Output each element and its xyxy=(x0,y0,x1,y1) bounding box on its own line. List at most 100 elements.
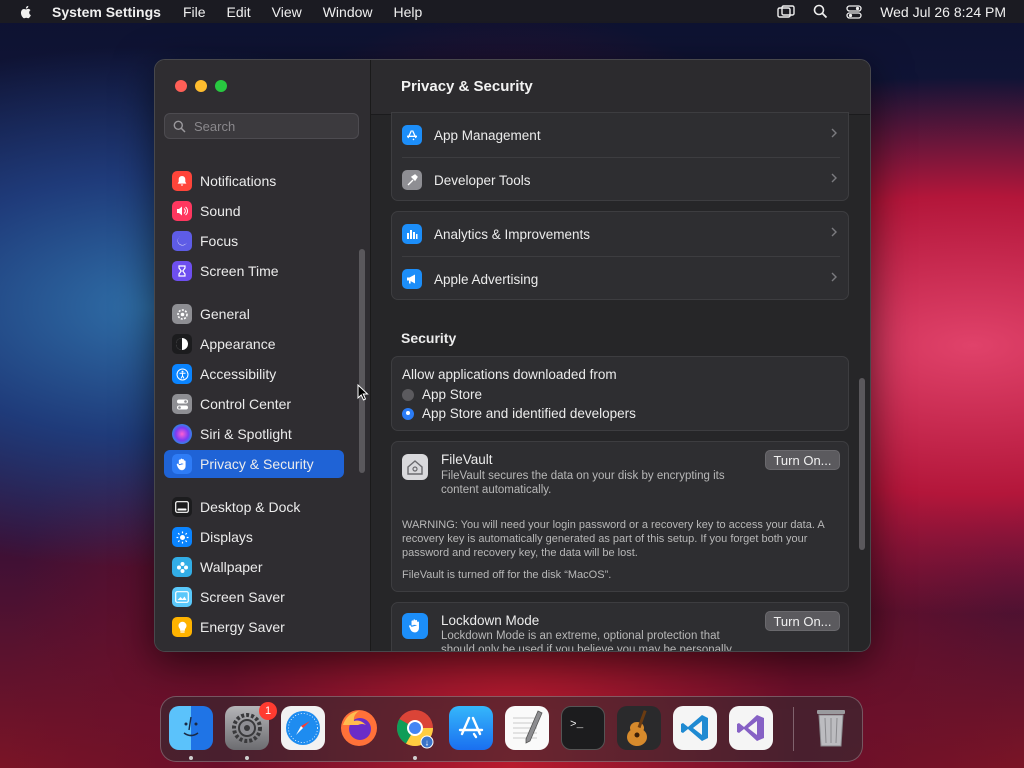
radio-app-store-identified[interactable]: App Store and identified developers xyxy=(402,406,636,421)
bell-icon xyxy=(172,171,192,191)
sidebar-item-energy-saver[interactable]: Energy Saver xyxy=(164,613,344,641)
dock-separator xyxy=(793,707,794,751)
menu-help[interactable]: Help xyxy=(394,4,423,20)
settings-group: App Management Developer Tools xyxy=(391,112,849,201)
filevault-turn-on-button[interactable]: Turn On... xyxy=(765,450,840,470)
vscode-icon[interactable] xyxy=(673,706,717,750)
radio-button[interactable] xyxy=(402,388,414,401)
app-store-icon[interactable] xyxy=(449,706,493,750)
system-settings-icon[interactable]: 1 xyxy=(225,702,277,750)
sidebar-item-screen-saver[interactable]: Screen Saver xyxy=(164,583,344,611)
radio-button-selected[interactable] xyxy=(402,407,414,420)
sidebar-item-label: General xyxy=(200,306,250,322)
filevault-group: FileVault FileVault secures the data on … xyxy=(391,441,849,592)
sidebar-item-label: Screen Time xyxy=(200,263,279,279)
flower-icon xyxy=(172,557,192,577)
firefox-icon[interactable] xyxy=(337,706,381,750)
sidebar-item-label: Notifications xyxy=(200,173,277,189)
chevron-right-icon xyxy=(831,173,837,183)
sidebar-item-desktop-dock[interactable]: Desktop & Dock xyxy=(164,493,344,521)
row-developer-tools[interactable]: Developer Tools xyxy=(392,158,850,202)
sidebar-item-label: Wallpaper xyxy=(200,559,263,575)
menu-view[interactable]: View xyxy=(272,4,302,20)
row-label: Analytics & Improvements xyxy=(434,226,591,242)
screen-saver-icon xyxy=(172,587,192,607)
row-analytics-improvements[interactable]: Analytics & Improvements xyxy=(392,212,850,256)
menu-file[interactable]: File xyxy=(183,4,206,20)
sidebar-item-siri-spotlight[interactable]: Siri & Spotlight xyxy=(164,420,344,448)
section-title-security: Security xyxy=(401,330,457,346)
main-pane: Privacy & Security App Management Develo… xyxy=(371,60,870,651)
allow-apps-label: Allow applications downloaded from xyxy=(402,367,617,382)
visual-studio-icon[interactable] xyxy=(729,706,773,750)
radio-app-store[interactable]: App Store xyxy=(402,387,482,402)
main-scrollbar[interactable] xyxy=(859,378,865,550)
search-input[interactable] xyxy=(192,117,356,135)
menu-window[interactable]: Window xyxy=(323,4,373,20)
trash-icon[interactable] xyxy=(809,706,853,750)
screen-mirroring-icon[interactable] xyxy=(777,4,795,19)
minimize-button[interactable] xyxy=(195,80,207,92)
control-center-icon[interactable] xyxy=(846,4,862,19)
hourglass-icon xyxy=(172,261,192,281)
garageband-icon[interactable] xyxy=(617,706,661,750)
search-field[interactable] xyxy=(164,113,359,139)
menu-edit[interactable]: Edit xyxy=(227,4,251,20)
bar-chart-icon xyxy=(402,224,422,244)
lockdown-group: Lockdown Mode Lockdown Mode is an extrem… xyxy=(391,602,849,651)
hammer-icon xyxy=(402,170,422,190)
sun-icon xyxy=(172,527,192,547)
row-app-management[interactable]: App Management xyxy=(392,113,850,157)
zoom-button[interactable] xyxy=(215,80,227,92)
sidebar-item-notifications[interactable]: Notifications xyxy=(164,167,344,195)
sidebar-item-label: Screen Saver xyxy=(200,589,285,605)
toolbar: Privacy & Security xyxy=(371,60,870,115)
svg-text:>_: >_ xyxy=(570,719,584,731)
filevault-title: FileVault xyxy=(441,452,493,467)
sidebar-item-label: Focus xyxy=(200,233,239,249)
sidebar-item-label: Desktop & Dock xyxy=(200,499,301,515)
mouse-pointer-icon xyxy=(357,384,369,401)
sidebar-item-sound[interactable]: Sound xyxy=(164,197,344,225)
spotlight-search-icon[interactable] xyxy=(813,4,828,19)
sidebar-item-label: Accessibility xyxy=(200,366,277,382)
chevron-right-icon xyxy=(831,128,837,138)
sidebar-item-accessibility[interactable]: Accessibility xyxy=(164,360,344,388)
finder-icon[interactable] xyxy=(169,706,213,750)
dock-icon xyxy=(172,497,192,517)
chevron-right-icon xyxy=(831,227,837,237)
settings-running-indicator xyxy=(245,756,249,760)
menubar-clock[interactable]: Wed Jul 26 8:24 PM xyxy=(880,4,1006,20)
finder-running-indicator xyxy=(189,756,193,760)
toggles-icon xyxy=(172,394,192,414)
apple-menu-icon[interactable] xyxy=(18,4,34,20)
sidebar-item-appearance[interactable]: Appearance xyxy=(164,330,344,358)
sidebar-item-general[interactable]: General xyxy=(164,300,344,328)
siri-icon xyxy=(172,424,192,444)
terminal-icon[interactable]: >_ xyxy=(561,706,605,750)
safari-icon[interactable] xyxy=(281,706,325,750)
sidebar-item-control-center[interactable]: Control Center xyxy=(164,390,344,418)
sidebar-item-displays[interactable]: Displays xyxy=(164,523,344,551)
textedit-icon[interactable] xyxy=(505,706,549,750)
lockdown-turn-on-button[interactable]: Turn On... xyxy=(765,611,840,631)
lightbulb-icon xyxy=(172,617,192,637)
sidebar-scrollbar[interactable] xyxy=(359,249,365,473)
hand-icon xyxy=(172,454,192,474)
sidebar-item-focus[interactable]: Focus xyxy=(164,227,344,255)
close-button[interactable] xyxy=(175,80,187,92)
radio-label: App Store xyxy=(422,387,483,402)
sidebar-item-label: Siri & Spotlight xyxy=(200,426,292,442)
sidebar-item-privacy-security[interactable]: Privacy & Security xyxy=(164,450,344,478)
menubar-app-name[interactable]: System Settings xyxy=(52,4,161,20)
chevron-right-icon xyxy=(831,272,837,282)
filevault-status: FileVault is turned off for the disk “Ma… xyxy=(402,569,612,581)
speaker-icon xyxy=(172,201,192,221)
sidebar-item-wallpaper[interactable]: Wallpaper xyxy=(164,553,344,581)
sidebar-item-label: Displays xyxy=(200,529,253,545)
chrome-icon[interactable]: ↓ xyxy=(393,706,437,750)
row-apple-advertising[interactable]: Apple Advertising xyxy=(392,257,850,301)
dock: 1 ↓ >_ xyxy=(160,696,863,762)
megaphone-icon xyxy=(402,269,422,289)
sidebar-item-screen-time[interactable]: Screen Time xyxy=(164,257,344,285)
